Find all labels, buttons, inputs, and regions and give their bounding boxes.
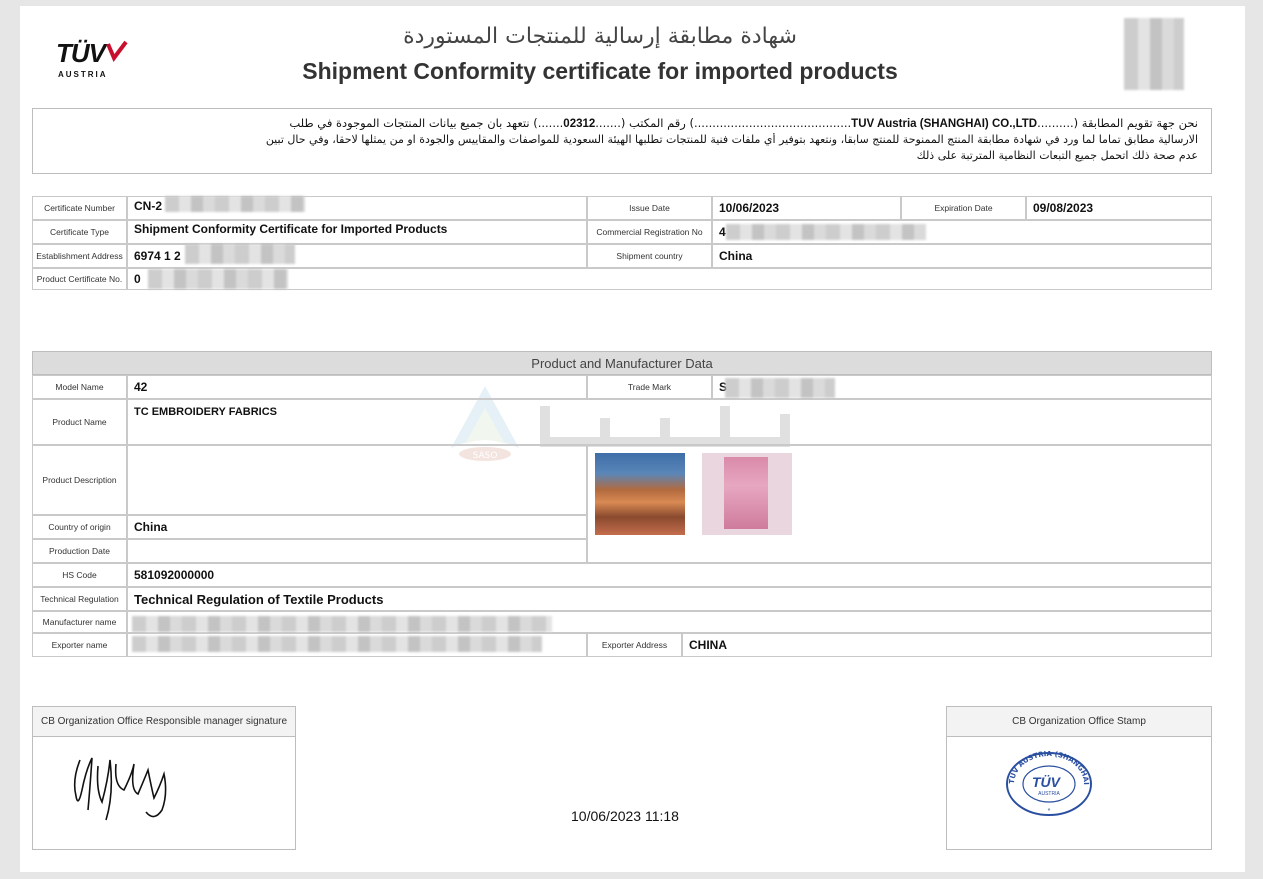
- hs-code-label: HS Code: [32, 563, 127, 587]
- product-description-label: Product Description: [32, 445, 127, 515]
- stamp-label: CB Organization Office Stamp: [947, 707, 1211, 737]
- product-image-2: [702, 453, 792, 535]
- expiration-date-label: Expiration Date: [901, 196, 1026, 220]
- product-certificate-label: Product Certificate No.: [32, 268, 127, 290]
- certificate-page: TÜV AUSTRIA شهادة مطابقة إرسالية للمنتجا…: [20, 6, 1245, 872]
- model-name-label: Model Name: [32, 375, 127, 399]
- redacted-exporter-name: [132, 636, 542, 652]
- trade-mark-label: Trade Mark: [587, 375, 712, 399]
- certificate-type-value: Shipment Conformity Certificate for Impo…: [127, 220, 587, 244]
- office-number: 02312: [563, 118, 596, 130]
- product-certificate-value: 0: [127, 268, 1212, 290]
- commercial-registration-label: Commercial Registration No: [587, 220, 712, 244]
- shipment-country-label: Shipment country: [587, 244, 712, 268]
- redacted-commercial-registration: [726, 224, 926, 240]
- exporter-name-label: Exporter name: [32, 633, 127, 657]
- tuv-logo-sub: AUSTRIA: [58, 70, 108, 79]
- product-name-value: TC EMBROIDERY FABRICS: [127, 399, 1212, 445]
- declaration-line-1: نحن جهة تقويم المطابقة (..........TUV Au…: [289, 116, 1198, 130]
- redacted-establishment-address: [185, 244, 295, 264]
- hs-code-value: 581092000000: [127, 563, 1212, 587]
- issue-date-label: Issue Date: [587, 196, 712, 220]
- tuv-check-icon: [106, 40, 128, 62]
- exporter-address-value: CHINA: [682, 633, 1212, 657]
- cb-name: TUV Austria (SHANGHAI) CO.,LTD: [851, 118, 1038, 130]
- product-description-value: [127, 445, 587, 515]
- country-of-origin-value: China: [127, 515, 587, 539]
- svg-text:TÜV: TÜV: [1032, 774, 1062, 790]
- shipment-country-value: China: [712, 244, 1212, 268]
- exporter-address-label: Exporter Address: [587, 633, 682, 657]
- redacted-manufacturer-name: [132, 616, 552, 632]
- redacted-trade-mark: [725, 378, 835, 398]
- certificate-number-label: Certificate Number: [32, 196, 127, 220]
- expiration-date-value: 09/08/2023: [1026, 196, 1212, 220]
- product-name-label: Product Name: [32, 399, 127, 445]
- establishment-address-label: Establishment Address: [32, 244, 127, 268]
- tuv-logo-brand: TÜV: [56, 38, 106, 68]
- svg-text:*: *: [1048, 808, 1051, 815]
- svg-text:AUSTRIA: AUSTRIA: [1038, 791, 1060, 797]
- issue-date-value: 10/06/2023: [712, 196, 901, 220]
- tuv-stamp-icon: TUV AUSTRIA (SHANGHAI) CO.,LTD. TÜV AUST…: [1004, 751, 1092, 816]
- production-date-value: [127, 539, 587, 563]
- production-date-label: Production Date: [32, 539, 127, 563]
- technical-regulation-value: Technical Regulation of Textile Products: [127, 587, 1212, 611]
- certificate-type-label: Certificate Type: [32, 220, 127, 244]
- manufacturer-name-label: Manufacturer name: [32, 611, 127, 633]
- declaration-line-3: عدم صحة ذلك اتحمل جميع التبعات النظامية …: [916, 149, 1198, 162]
- signature-label: CB Organization Office Responsible manag…: [33, 707, 295, 737]
- technical-regulation-label: Technical Regulation: [32, 587, 127, 611]
- redacted-certificate-number: [165, 196, 305, 212]
- model-name-value: 42: [127, 375, 587, 399]
- redacted-product-certificate: [148, 269, 288, 289]
- tuv-logo: TÜV AUSTRIA: [44, 16, 136, 94]
- declaration-line-2: الارسالية مطابق تماما لما ورد في شهادة م…: [265, 133, 1198, 146]
- product-section-title: Product and Manufacturer Data: [32, 351, 1212, 375]
- signature-timestamp: 10/06/2023 11:18: [571, 808, 679, 824]
- title-english: Shipment Conformity certificate for impo…: [302, 58, 898, 84]
- title-arabic: شهادة مطابقة إرسالية للمنتجات المستوردة: [403, 24, 797, 49]
- handwritten-signature: [73, 757, 167, 821]
- country-of-origin-label: Country of origin: [32, 515, 127, 539]
- product-image-1: [595, 453, 685, 535]
- redacted-qr-code: [1124, 18, 1184, 90]
